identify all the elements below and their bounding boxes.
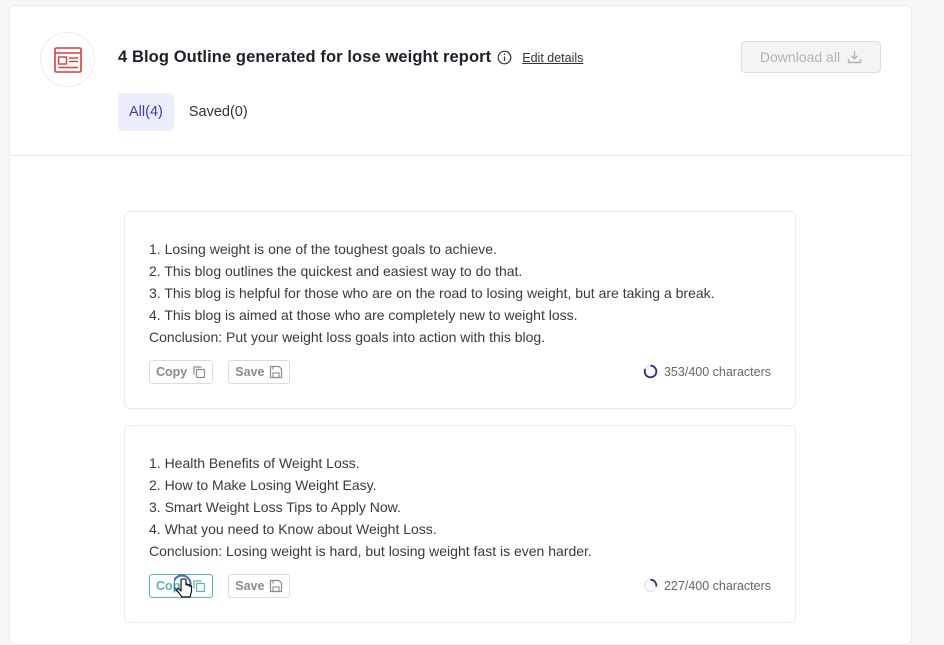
- outline-text: 1. Health Benefits of Weight Loss. 2. Ho…: [149, 452, 592, 562]
- progress-ring-icon: [643, 578, 658, 593]
- title-row: 4 Blog Outline generated for lose weight…: [118, 48, 583, 67]
- save-button[interactable]: Save: [228, 574, 291, 598]
- save-button[interactable]: Save: [228, 360, 291, 384]
- save-label: Save: [235, 365, 265, 379]
- edit-details-link[interactable]: Edit details: [522, 51, 583, 65]
- tab-all[interactable]: All(4): [118, 93, 174, 131]
- outline-card: 1. Losing weight is one of the toughest …: [124, 211, 796, 409]
- info-icon[interactable]: [497, 50, 512, 65]
- outline-line: 1. Losing weight is one of the toughest …: [149, 241, 497, 257]
- character-count-label: 353/400 characters: [663, 364, 771, 379]
- outline-line: 2. This blog outlines the quickest and e…: [149, 263, 523, 279]
- character-count: 353/400 characters: [643, 364, 771, 379]
- character-count-label: 227/400 characters: [663, 578, 771, 593]
- download-all-button[interactable]: Download all: [741, 41, 881, 73]
- progress-ring-icon: [643, 364, 658, 379]
- copy-icon: [193, 366, 206, 379]
- outline-line: 3. Smart Weight Loss Tips to Apply Now.: [149, 499, 401, 515]
- download-all-label: Download all: [759, 49, 841, 65]
- copy-button[interactable]: Copy: [149, 574, 214, 598]
- copy-icon: [193, 580, 206, 593]
- tab-bar: All(4) Saved(0): [118, 93, 259, 131]
- blog-outline-logo: [40, 32, 95, 87]
- tab-saved[interactable]: Saved(0): [178, 93, 259, 131]
- outline-card: 1. Health Benefits of Weight Loss. 2. Ho…: [124, 425, 796, 623]
- outline-text: 1. Losing weight is one of the toughest …: [149, 238, 715, 348]
- outline-line: 1. Health Benefits of Weight Loss.: [149, 455, 360, 471]
- copy-label: Copy: [156, 579, 188, 593]
- outline-line: Conclusion: Put your weight loss goals i…: [149, 329, 546, 345]
- outline-line: 2. How to Make Losing Weight Easy.: [149, 477, 377, 493]
- card-actions: Copy Save: [149, 360, 291, 384]
- outline-line: Conclusion: Losing weight is hard, but l…: [149, 543, 592, 559]
- save-label: Save: [235, 579, 265, 593]
- character-count: 227/400 characters: [643, 578, 771, 593]
- page-title: 4 Blog Outline generated for lose weight…: [118, 48, 492, 66]
- card-actions: Copy Save: [149, 574, 291, 598]
- document-icon: [53, 46, 82, 73]
- outline-line: 3. This blog is helpful for those who ar…: [149, 285, 715, 301]
- page-header: 4 Blog Outline generated for lose weight…: [10, 6, 911, 156]
- copy-label: Copy: [156, 365, 188, 379]
- save-icon: [270, 365, 283, 379]
- outline-line: 4. This blog is aimed at those who are c…: [149, 307, 578, 323]
- outline-line: 4. What you need to Know about Weight Lo…: [149, 521, 437, 537]
- copy-button[interactable]: Copy: [149, 360, 214, 384]
- save-icon: [270, 579, 283, 593]
- download-icon: [847, 51, 862, 64]
